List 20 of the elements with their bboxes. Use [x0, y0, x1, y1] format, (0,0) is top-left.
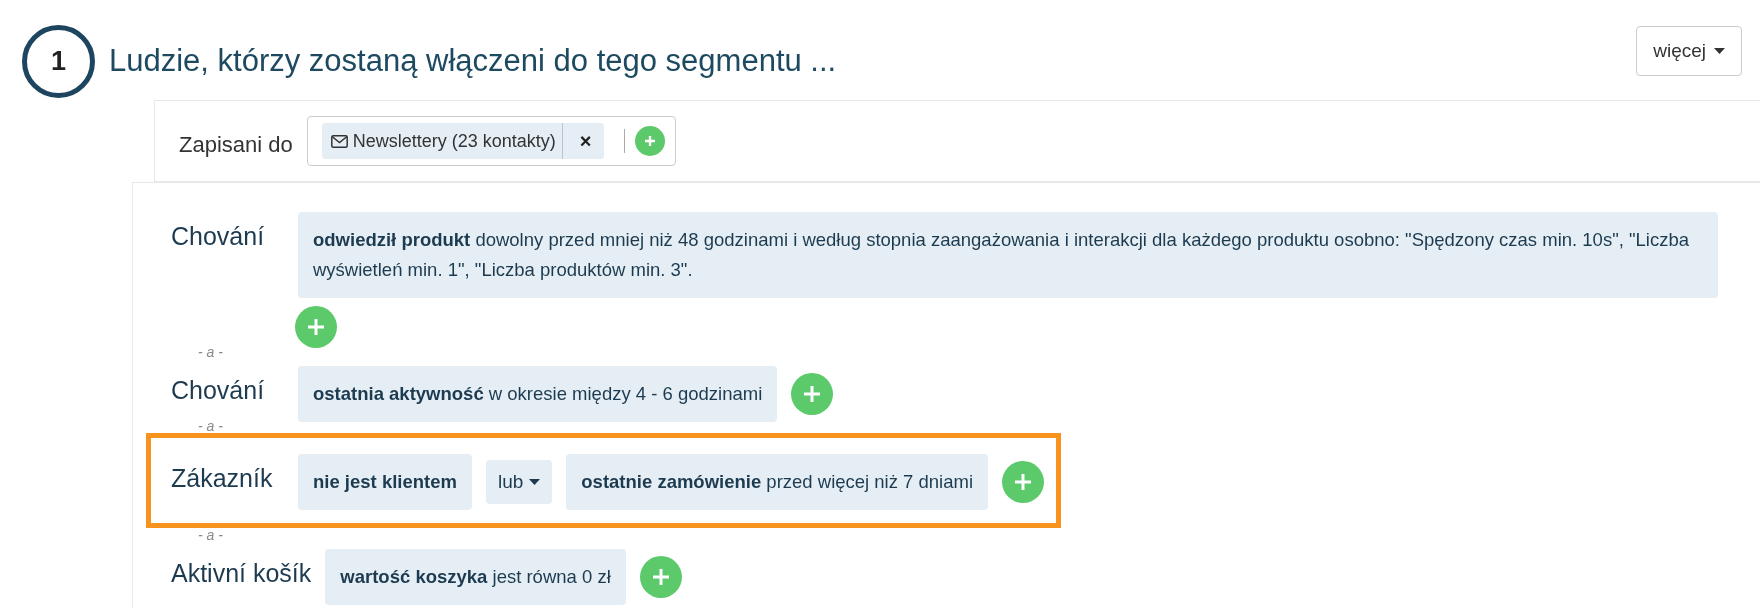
- field-label: Zapisani do: [179, 132, 293, 158]
- and-connector: - a -: [198, 528, 223, 542]
- condition-chip[interactable]: ostatnie zamówienie przed więcej niż 7 dniami: [566, 454, 989, 510]
- condition-chip[interactable]: wartość koszyka jest równa 0 zł: [325, 549, 626, 605]
- tag-label: Newslettery (23 kontakty): [352, 123, 563, 159]
- group-label: Aktivní košík: [171, 558, 312, 588]
- group-label: Chování: [171, 375, 266, 405]
- section-title: Ludzie, którzy zostaną włączeni do tego segmentu ...: [109, 43, 838, 79]
- condition-chip[interactable]: ostatnia aktywność w okresie między 4 - 6 godzinami: [298, 366, 778, 422]
- condition-chip[interactable]: nie jest klientem: [298, 454, 472, 510]
- step-number: 1: [22, 24, 95, 98]
- list-select-field[interactable]: Newslettery (23 kontakty) ×: [306, 116, 676, 166]
- group-label: Zákazník: [171, 463, 274, 493]
- group-label: Chování: [171, 221, 266, 251]
- condition-chip[interactable]: odwiedził produkt dowolny przed mniej niż 48 godzinami i według stopnia zaangażowania i interakcji dla każdego produktu osobno: "Spędzony czas min. 10s", "Liczba wyświetleń min. 1", "Liczba produktów min. 3".: [298, 212, 1718, 298]
- operator-dropdown[interactable]: lub: [485, 460, 553, 504]
- remove-button[interactable]: ×: [567, 129, 604, 153]
- and-connector: - a -: [198, 419, 223, 433]
- more-button[interactable]: więcej: [1636, 26, 1742, 76]
- and-connector: - a -: [198, 345, 223, 359]
